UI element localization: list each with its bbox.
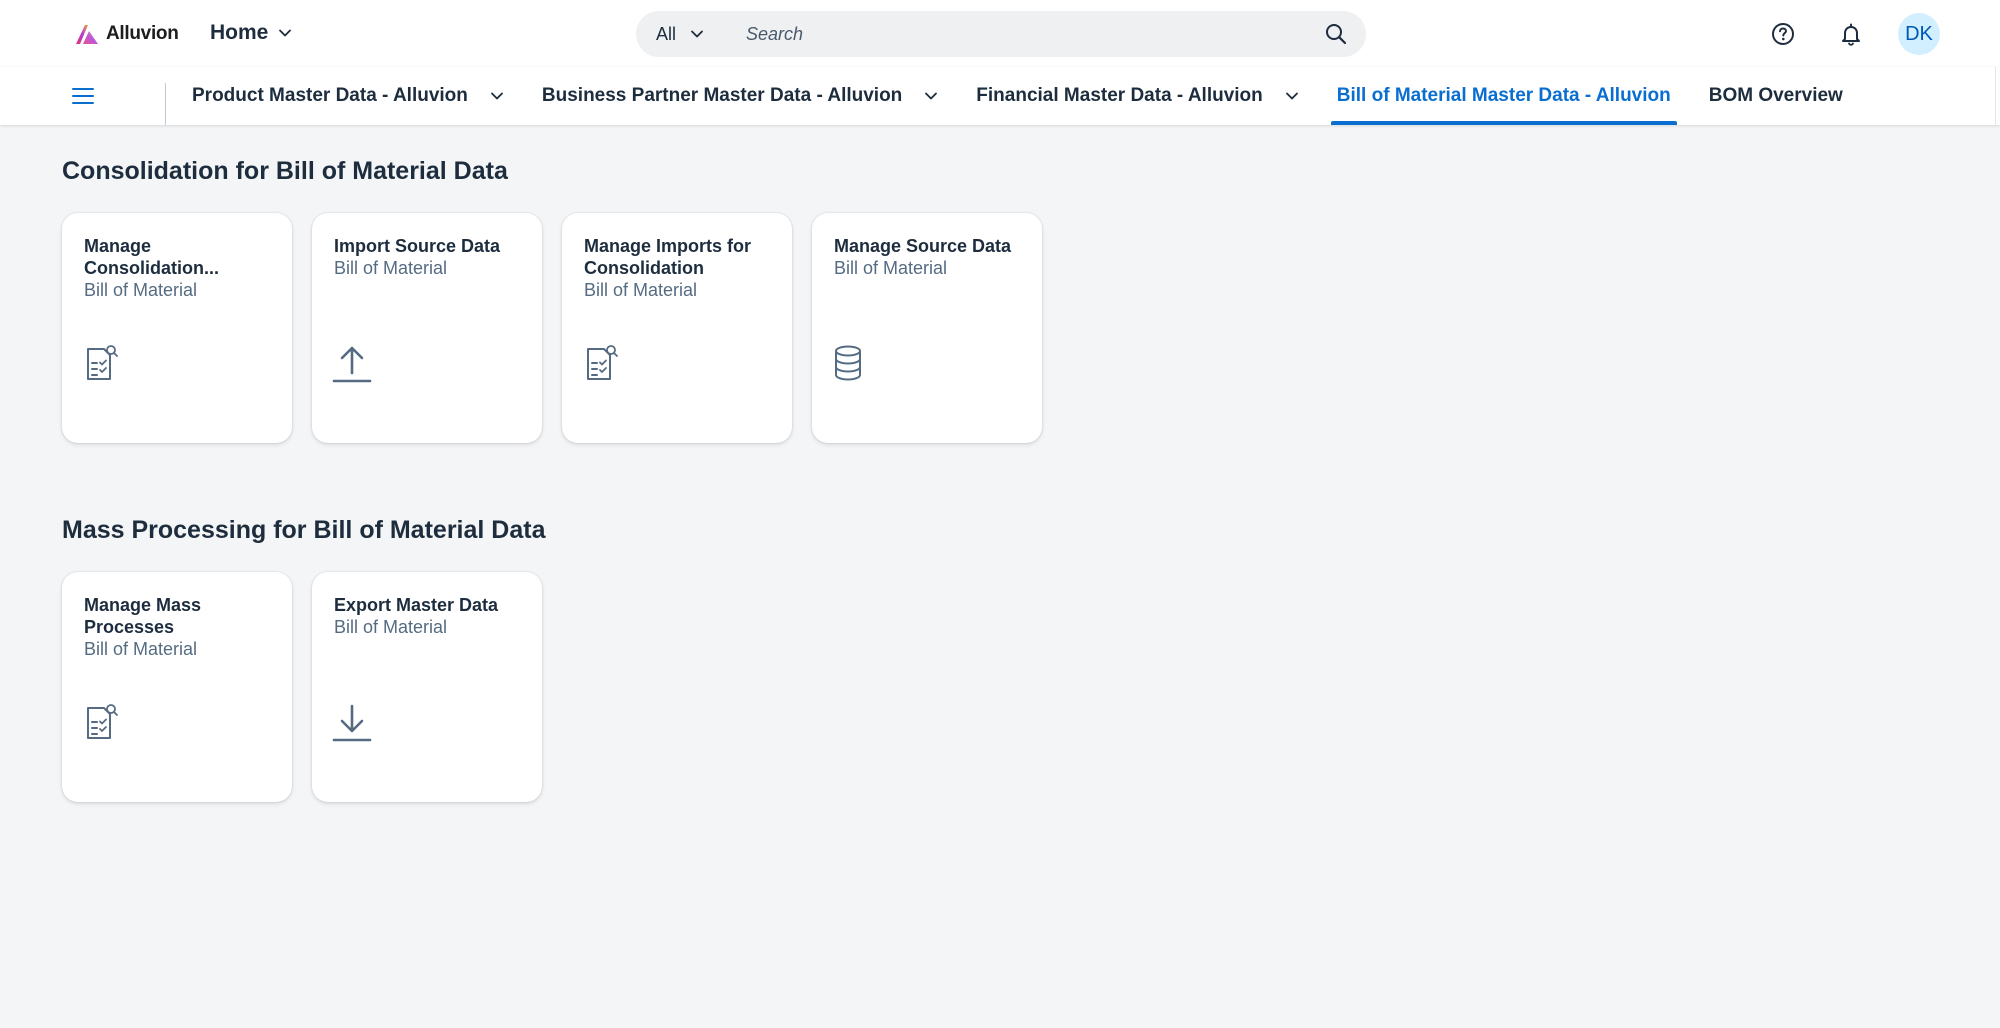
section-title-mass-processing: Mass Processing for Bill of Material Dat… (62, 516, 546, 544)
search-icon (1326, 24, 1347, 45)
tile-import-source-data[interactable]: Import Source Data Bill of Material (312, 213, 542, 443)
tile-subtitle: Bill of Material (84, 639, 198, 659)
tile-manage-source-data[interactable]: Manage Source Data Bill of Material (812, 213, 1042, 443)
download-icon (332, 704, 372, 742)
space-navigation-bar: Product Master Data - Alluvion Business … (0, 67, 2000, 125)
chevron-down-icon (279, 29, 292, 37)
tab-product-master-data[interactable]: Product Master Data - Alluvion (180, 67, 516, 125)
chevron-down-icon (691, 30, 703, 38)
search-field: All (636, 11, 1366, 57)
help-button[interactable] (1762, 13, 1804, 55)
tile-manage-mass-processes[interactable]: Manage Mass Processes Bill of Material (62, 572, 292, 802)
search-scope-label: All (656, 23, 677, 44)
document-inspect-icon (587, 345, 618, 380)
upload-icon (332, 346, 372, 383)
shell-bar: Alluvion Home All Search DK (0, 0, 2000, 67)
tab-label: Financial Master Data - Alluvion (976, 85, 1263, 106)
search-button[interactable] (1316, 14, 1356, 54)
search-input[interactable] (746, 11, 1316, 57)
tab-label: Product Master Data - Alluvion (192, 85, 468, 106)
database-icon (835, 345, 861, 381)
tile-title: Manage Imports for Consolidation (584, 236, 752, 278)
menu-button[interactable] (68, 81, 98, 111)
tile-export-master-data[interactable]: Export Master Data Bill of Material (312, 572, 542, 802)
tile-title: Manage Consolidation... (84, 236, 219, 278)
home-label: Home (210, 21, 269, 44)
tile-subtitle: Bill of Material (834, 258, 948, 278)
tab-label: BOM Overview (1708, 85, 1843, 106)
brand-name: Alluvion (106, 23, 179, 44)
hamburger-icon (72, 88, 94, 104)
nav-edge-divider (1995, 67, 1996, 125)
tab-bom-overview[interactable]: BOM Overview (1697, 67, 1855, 125)
help-icon (1772, 23, 1794, 45)
tile-title: Manage Source Data (834, 236, 1012, 256)
section-title-consolidation: Consolidation for Bill of Material Data (62, 157, 508, 185)
tab-label: Business Partner Master Data - Alluvion (541, 85, 903, 106)
alluvion-logo-icon (76, 25, 98, 44)
bell-icon (1842, 23, 1860, 46)
document-inspect-icon (87, 345, 118, 380)
tile-subtitle: Bill of Material (334, 617, 448, 637)
tab-financial-master-data[interactable]: Financial Master Data - Alluvion (964, 67, 1310, 125)
tile-subtitle: Bill of Material (334, 258, 448, 278)
brand-logo[interactable]: Alluvion (74, 20, 179, 48)
tab-business-partner-master-data[interactable]: Business Partner Master Data - Alluvion (530, 67, 950, 125)
notifications-button[interactable] (1830, 13, 1872, 55)
shell-actions: DK (1762, 13, 1940, 55)
tile-title: Export Master Data (334, 595, 499, 615)
tab-label: Bill of Material Master Data - Alluvion (1336, 85, 1671, 106)
search-scope-select[interactable]: All (636, 24, 746, 45)
chevron-down-icon (490, 92, 503, 100)
document-inspect-icon (87, 704, 118, 739)
nav-divider (165, 83, 166, 125)
tile-title: Import Source Data (334, 236, 501, 256)
chevron-down-icon (925, 92, 938, 100)
avatar[interactable]: DK (1898, 13, 1940, 55)
space-tabs: Product Master Data - Alluvion Business … (180, 67, 1869, 125)
tile-subtitle: Bill of Material (584, 280, 698, 300)
tab-bill-of-material-master-data[interactable]: Bill of Material Master Data - Alluvion (1325, 67, 1683, 125)
tile-manage-consolidation[interactable]: Manage Consolidation... Bill of Material (62, 213, 292, 443)
tile-manage-imports-for-consolidation[interactable]: Manage Imports for Consolidation Bill of… (562, 213, 792, 443)
tile-subtitle: Bill of Material (84, 280, 198, 300)
tile-title: Manage Mass Processes (84, 595, 202, 637)
home-menu-button[interactable]: Home (210, 18, 292, 48)
chevron-down-icon (1285, 92, 1298, 100)
